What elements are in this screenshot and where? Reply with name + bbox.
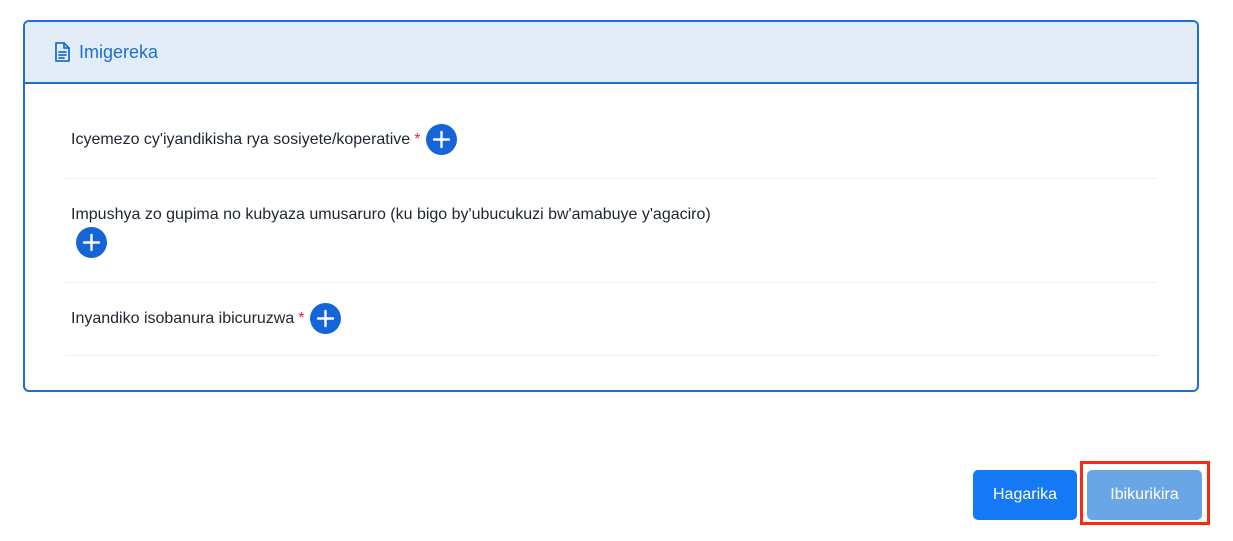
attachments-card: Imigereka Icyemezo cy'iyandikisha rya so…	[23, 20, 1199, 392]
add-attachment-button[interactable]	[76, 227, 107, 258]
required-marker: *	[298, 309, 305, 327]
section-title: Imigereka	[79, 41, 159, 62]
card-header: Imigereka	[25, 22, 1197, 84]
plus-circle-icon	[82, 233, 101, 252]
plus-circle-icon	[433, 130, 451, 149]
attachment-row-permits: Impushya zo gupima no kubyaza umusaruro …	[65, 179, 1157, 283]
add-attachment-button[interactable]	[310, 303, 342, 334]
attachment-row-registration: Icyemezo cy'iyandikisha rya sosiyete/kop…	[65, 84, 1157, 179]
add-attachment-button[interactable]	[426, 124, 458, 155]
required-marker: *	[414, 130, 421, 148]
next-button[interactable]: Ibikurikira	[1087, 470, 1202, 520]
document-icon	[51, 41, 73, 63]
attachment-label: Impushya zo gupima no kubyaza umusaruro …	[71, 206, 711, 223]
plus-circle-icon	[317, 309, 335, 328]
attachment-label: Inyandiko isobanura ibicuruzwa	[71, 309, 295, 327]
attachment-label: Icyemezo cy'iyandikisha rya sosiyete/kop…	[71, 130, 411, 148]
cancel-button[interactable]: Hagarika	[973, 470, 1077, 520]
attachment-row-product-description: Inyandiko isobanura ibicuruzwa *	[65, 283, 1157, 356]
